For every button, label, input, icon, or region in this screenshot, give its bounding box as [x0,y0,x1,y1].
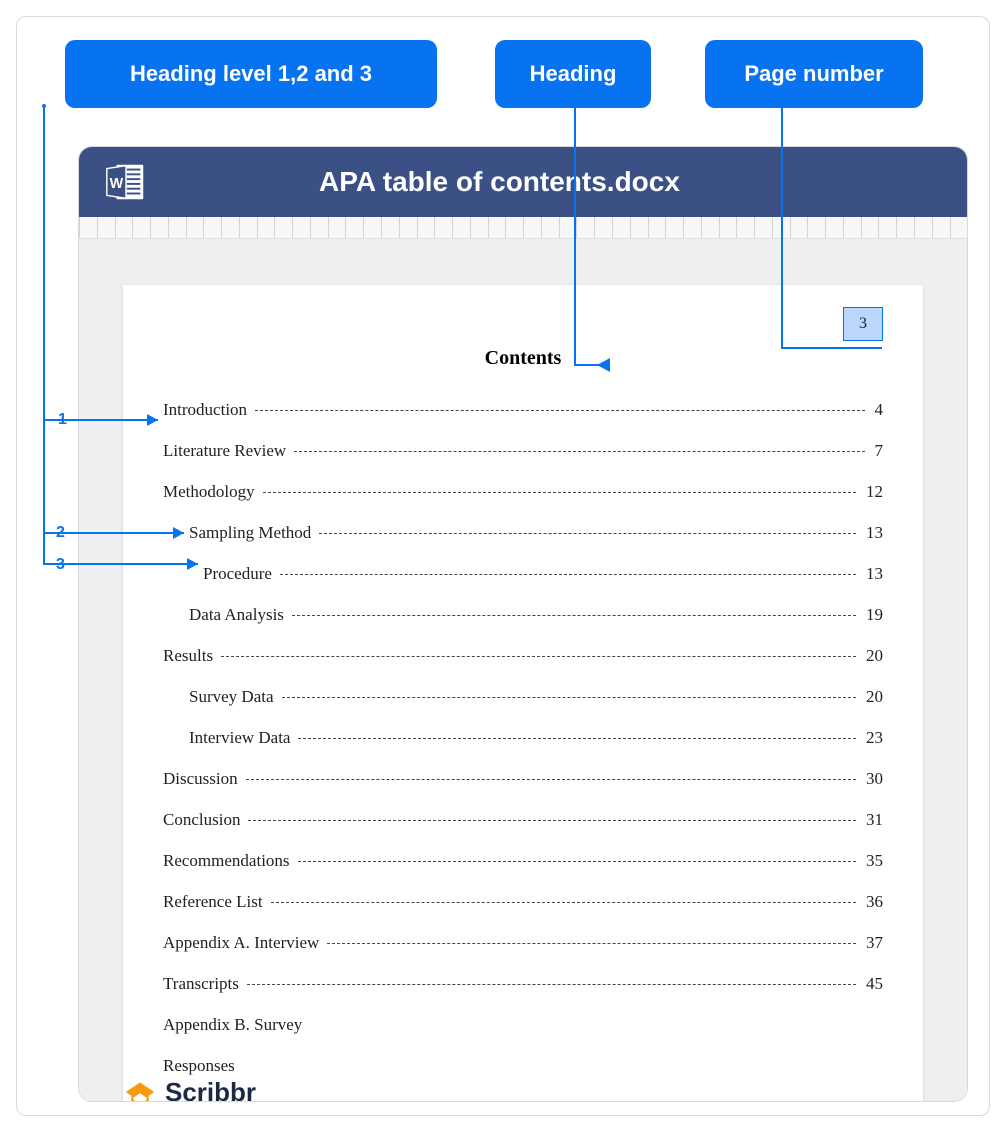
toc-entry: Survey Data 20 [163,687,883,707]
brand-row: Scribbr [123,1075,256,1102]
level-marker-2: 2 [56,524,65,542]
toc-entry-page: 30 [860,769,883,789]
toc-entry-page: 23 [860,728,883,748]
page-number-box: 3 [843,307,883,341]
toc-entry-label: Literature Review [163,441,290,461]
document-page: 3 Contents Introduction 4 Literature Revie… [123,285,923,1101]
toc-entry-label: Transcripts [163,974,243,994]
toc-entry: Recommendations 35 [163,851,883,871]
toc-entry: Reference List 36 [163,892,883,912]
toc-leader-dots [292,615,856,616]
toc-entry-label: Conclusion [163,810,244,830]
label-heading: Heading [495,40,651,108]
toc-leader-dots [327,943,856,944]
toc-leader-dots [294,451,864,452]
toc-leader-dots [282,697,856,698]
toc-entry: Conclusion 31 [163,810,883,830]
document-body: 3 Contents Introduction 4 Literature Revie… [79,239,967,1101]
toc-leader-dots [319,533,856,534]
toc-entry: Discussion 30 [163,769,883,789]
toc-entry-label: Discussion [163,769,242,789]
brand-name: Scribbr [165,1077,256,1103]
toc-entry: Appendix A. Interview 37 [163,933,883,953]
toc-entry-page: 19 [860,605,883,625]
level-marker-1: 1 [58,411,67,429]
toc-entry-label: Appendix A. Interview [163,933,323,953]
document-header: W APA table of contents.docx [79,147,967,217]
toc-entry-page: 4 [869,400,884,420]
toc-entry-page: 36 [860,892,883,912]
toc-entry: Results 20 [163,646,883,666]
toc-leader-dots [298,738,856,739]
svg-text:W: W [110,176,124,192]
toc-entry-label: Interview Data [189,728,294,748]
toc-entries: Introduction 4 Literature Review 7 Methodolo… [163,400,883,1076]
toc-entry: Methodology 12 [163,482,883,502]
toc-entry: Appendix B. Survey [163,1015,883,1035]
document-title: APA table of contents.docx [319,166,680,198]
toc-entry-page: 13 [860,564,883,584]
toc-entry-label: Reference List [163,892,267,912]
label-page-number: Page number [705,40,923,108]
toc-entry-label: Recommendations [163,851,294,871]
scribbr-logo: Scribbr [123,1075,256,1102]
toc-entry: Procedure 13 [163,564,883,584]
toc-entry-page: 31 [860,810,883,830]
labels-row: Heading level 1,2 and 3 Heading Page num… [65,40,976,108]
scribbr-icon [123,1075,157,1102]
toc-entry-page: 7 [869,441,884,461]
toc-entry: Responses [163,1056,883,1076]
toc-entry-label: Introduction [163,400,251,420]
toc-entry-page: 45 [860,974,883,994]
toc-leader-dots [298,861,856,862]
toc-leader-dots [263,492,856,493]
toc-leader-dots [221,656,856,657]
toc-entry-label: Data Analysis [189,605,288,625]
toc-entry: Interview Data 23 [163,728,883,748]
toc-entry-label: Procedure [203,564,276,584]
toc-entry-page: 37 [860,933,883,953]
toc-entry-page: 20 [860,687,883,707]
toc-entry-label: Appendix B. Survey [163,1015,306,1035]
word-icon: W [103,159,149,205]
toc-leader-dots [246,779,856,780]
level-marker-3: 3 [56,556,65,574]
toc-entry-page: 12 [860,482,883,502]
document-window: W APA table of contents.docx 3 Contents … [78,146,968,1102]
toc-entry-page: 20 [860,646,883,666]
toc-entry: Literature Review 7 [163,441,883,461]
toc-leader-dots [247,984,856,985]
toc-entry-label: Results [163,646,217,666]
toc-entry-page: 13 [860,523,883,543]
toc-leader-dots [271,902,856,903]
ruler [79,217,967,239]
toc-title: Contents [163,347,883,370]
toc-entry-label: Methodology [163,482,259,502]
toc-entry-page: 35 [860,851,883,871]
toc-entry: Data Analysis 19 [163,605,883,625]
toc-entry: Introduction 4 [163,400,883,420]
toc-entry-label: Survey Data [189,687,278,707]
toc-entry: Transcripts 45 [163,974,883,994]
toc-leader-dots [248,820,856,821]
toc-leader-dots [255,410,864,411]
toc-leader-dots [280,574,856,575]
toc-entry-label: Responses [163,1056,239,1076]
label-heading-levels: Heading level 1,2 and 3 [65,40,437,108]
toc-entry: Sampling Method 13 [163,523,883,543]
toc-entry-label: Sampling Method [189,523,315,543]
